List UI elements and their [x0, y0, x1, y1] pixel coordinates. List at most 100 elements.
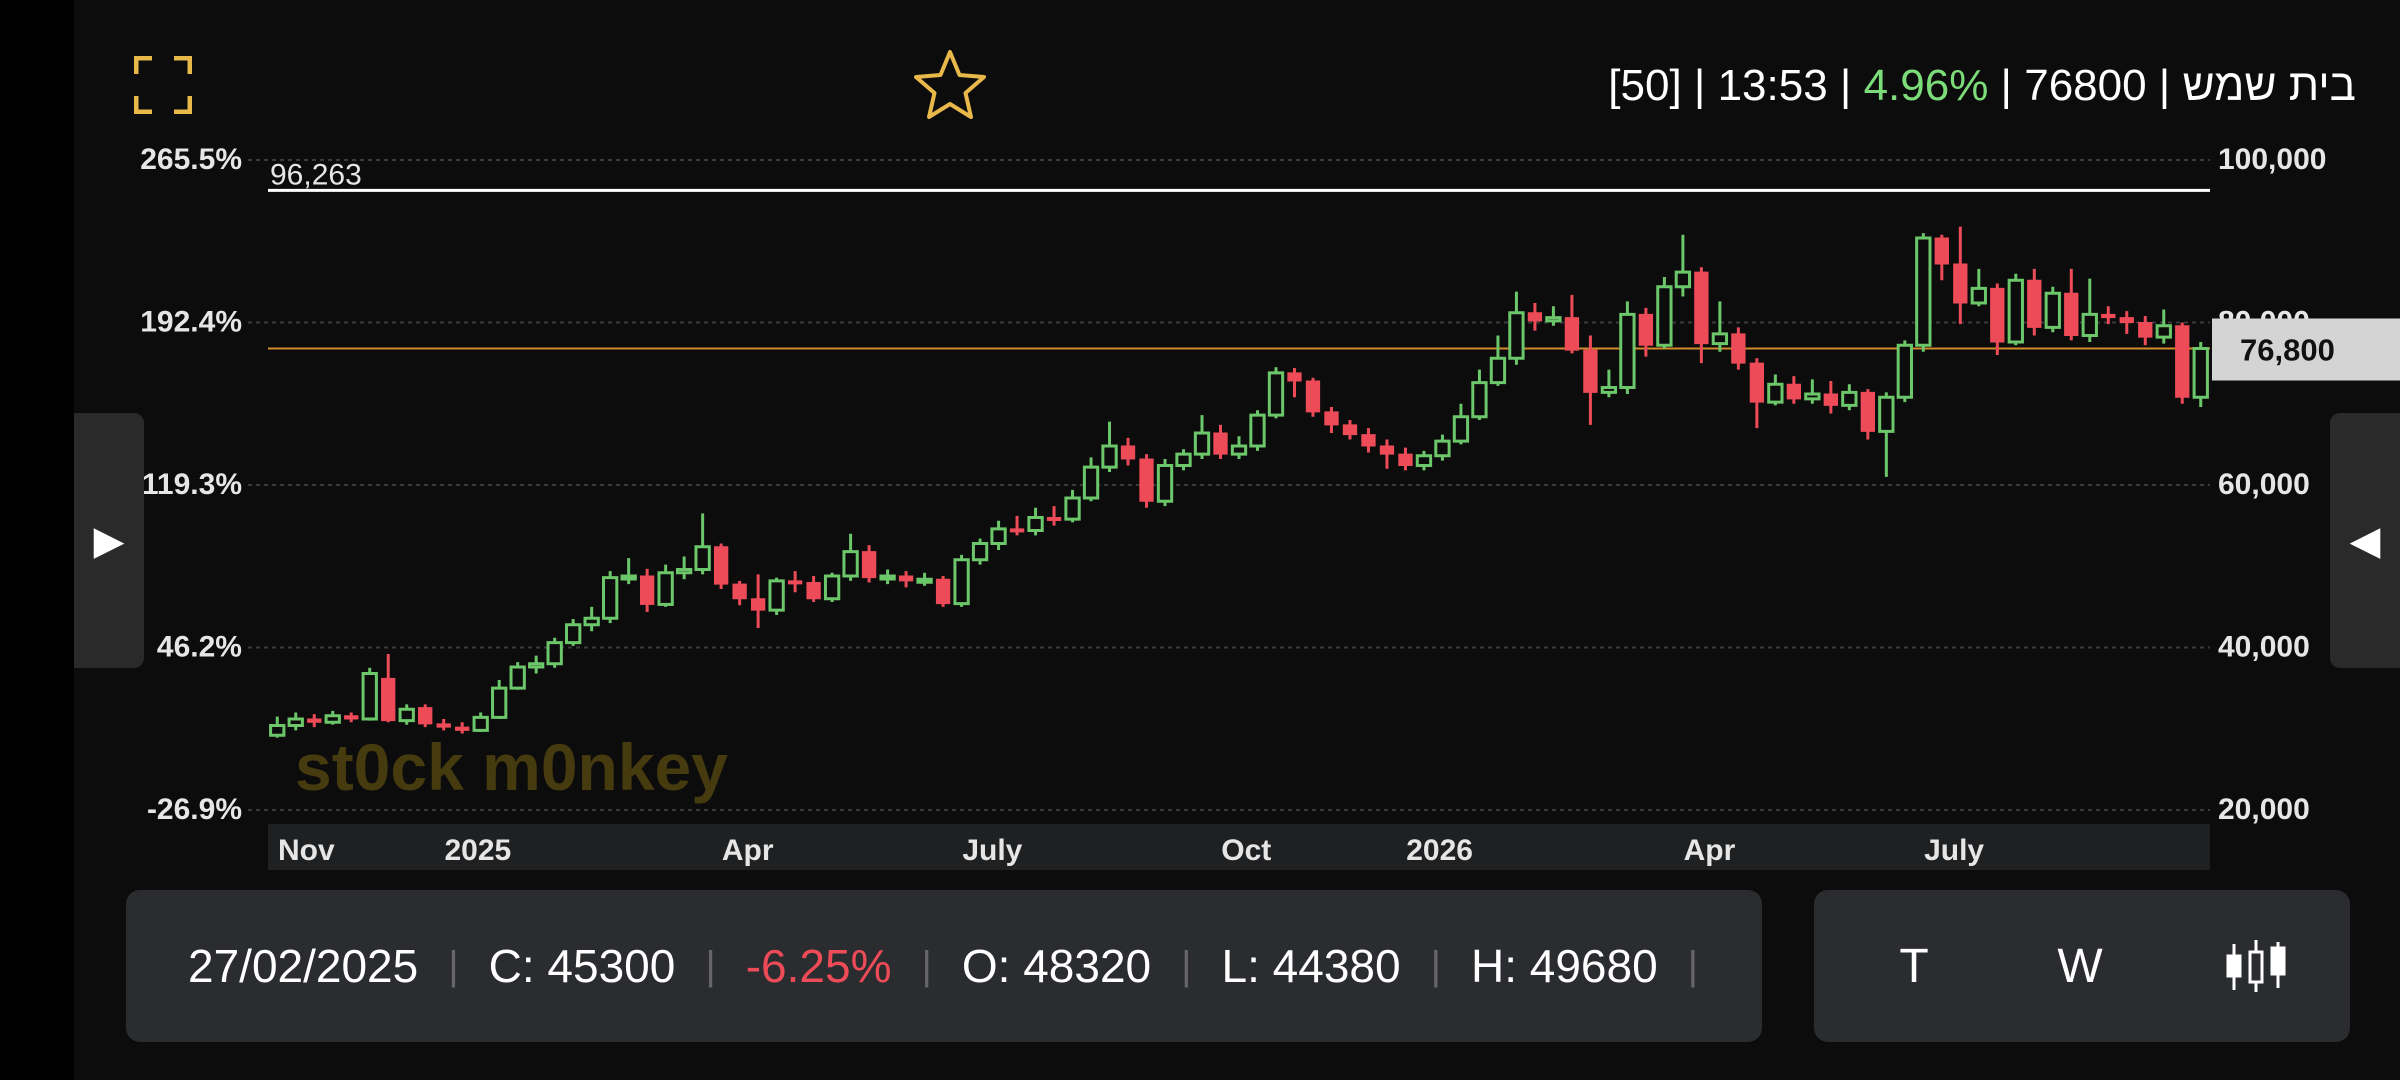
- candle-body-down: [418, 707, 433, 725]
- candlestick-chart[interactable]: 20,000-26.9%40,00046.2%60,000119.3%80,00…: [0, 140, 2400, 870]
- candle-body-up: [694, 545, 711, 571]
- x-tick-label: Apr: [722, 834, 774, 867]
- next-panel-button[interactable]: ◀: [2330, 413, 2400, 668]
- candle-body-up: [1415, 454, 1433, 467]
- candle-body-down: [1860, 391, 1875, 432]
- candle-body-down: [787, 580, 803, 585]
- chart-type-button[interactable]: [2206, 890, 2306, 1042]
- candle-body-down: [2175, 325, 2190, 398]
- candle-body-up: [2192, 347, 2209, 399]
- y-tick-left: 265.5%: [140, 143, 242, 176]
- candle-body-up: [1156, 464, 1174, 503]
- info-low: L: 44380: [1221, 940, 1401, 992]
- candle-body-down: [1361, 434, 1376, 447]
- candle-body-up: [1027, 516, 1044, 532]
- candle-body-up: [2081, 312, 2098, 337]
- candle-body-up: [842, 550, 859, 578]
- candle-body-down: [732, 583, 747, 600]
- candle-body-up: [2007, 278, 2024, 344]
- x-tick-label: July: [1924, 834, 1984, 867]
- info-date: 27/02/2025: [188, 940, 419, 992]
- candle-body-up: [675, 568, 693, 575]
- quote-bracket: [50]: [1608, 61, 1682, 110]
- candle-body-down: [381, 677, 396, 722]
- candle-body-up: [1434, 439, 1451, 458]
- ohlc-info-panel: 27/02/2025 | C: 45300 | -6.25% | O: 4832…: [126, 890, 1762, 1042]
- expand-icon[interactable]: [134, 56, 192, 114]
- x-tick-label: July: [962, 834, 1022, 867]
- candle-body-up: [1175, 452, 1192, 467]
- candle-body-down: [1990, 287, 2005, 343]
- candle-body-down: [1379, 445, 1395, 455]
- candle-body-up: [1619, 312, 1636, 389]
- candle-body-up: [953, 558, 970, 606]
- candle-body-up: [990, 527, 1007, 545]
- candle-body-down: [2101, 313, 2116, 319]
- candle-body-down: [750, 598, 766, 611]
- candle-body-down: [935, 578, 951, 605]
- candle-body-down: [1694, 271, 1709, 345]
- play-left-icon: ◀: [2349, 518, 2381, 563]
- candle-body-down: [861, 551, 877, 579]
- y-tick-right: 40,000: [2218, 631, 2310, 664]
- x-tick-label: Apr: [1684, 834, 1736, 867]
- candle-body-down: [1342, 424, 1358, 436]
- divider: |: [705, 943, 716, 988]
- candle-body-up: [768, 579, 785, 612]
- candle-body-up: [620, 574, 637, 581]
- timeframe-t-button[interactable]: T: [1864, 890, 1964, 1042]
- candle-body-up: [1471, 381, 1488, 419]
- candle-body-down: [1786, 383, 1802, 400]
- candle-body-down: [307, 718, 322, 723]
- candle-body-up: [1545, 316, 1562, 323]
- top-bar: [50] | 13:53 | 4.96% | 76800 | בית שמש: [74, 0, 2400, 150]
- candle-body-up: [1600, 386, 1618, 394]
- candle-body-down: [1213, 432, 1228, 455]
- candle-body-up: [528, 662, 545, 669]
- candle-body-up: [398, 707, 415, 723]
- candle-body-up: [1230, 444, 1248, 456]
- timeframe-w-button[interactable]: W: [2030, 890, 2130, 1042]
- candle-body-down: [1009, 528, 1025, 533]
- candle-body-down: [2064, 292, 2079, 336]
- candle-body-up: [1970, 286, 1987, 305]
- candle-body-up: [1082, 465, 1100, 500]
- candle-body-down: [1287, 372, 1302, 382]
- divider: |: [1687, 943, 1699, 988]
- y-tick-right: 60,000: [2218, 468, 2310, 501]
- y-tick-right: 100,000: [2218, 143, 2326, 176]
- candle-body-up: [1804, 392, 1821, 401]
- divider: |: [1430, 943, 1441, 988]
- candle-body-down: [639, 575, 655, 605]
- divider: |: [1181, 943, 1192, 988]
- candle-body-down: [1749, 362, 1765, 403]
- candle-body-up: [1915, 236, 1932, 347]
- app-screen: [50] | 13:53 | 4.96% | 76800 | בית שמש 2…: [0, 0, 2400, 1080]
- candle-body-up: [583, 616, 600, 627]
- prev-panel-button[interactable]: ▶: [74, 413, 144, 668]
- y-tick-right: 20,000: [2218, 793, 2310, 826]
- candle-body-up: [509, 665, 526, 690]
- quote-change-pct: 4.96%: [1863, 61, 1989, 110]
- watermark: st0ck m0nkey: [295, 730, 728, 804]
- candle-body-up: [287, 717, 304, 727]
- candle-body-up: [1249, 413, 1266, 448]
- high-line-label: 96,263: [270, 158, 362, 191]
- y-tick-left: 119.3%: [142, 468, 242, 501]
- y-tick-left: -26.9%: [147, 793, 242, 826]
- quote-name: בית שמש: [2182, 61, 2356, 110]
- candle-body-up: [1101, 444, 1118, 469]
- candle-body-down: [436, 723, 451, 728]
- candle-body-up: [879, 574, 896, 581]
- x-tick-label: Oct: [1221, 834, 1271, 867]
- candle-body-up: [1896, 343, 1913, 399]
- candle-body-down: [1324, 411, 1339, 426]
- candle-body-up: [269, 724, 286, 737]
- info-change: -6.25%: [745, 940, 892, 992]
- candlestick-icon: [2226, 940, 2286, 992]
- info-close: C: 45300: [488, 940, 676, 992]
- star-outline-icon[interactable]: [912, 48, 988, 124]
- price-chart[interactable]: 20,000-26.9%40,00046.2%60,000119.3%80,00…: [0, 140, 2400, 870]
- candle-body-up: [1674, 270, 1692, 289]
- candle-body-up: [1064, 496, 1081, 521]
